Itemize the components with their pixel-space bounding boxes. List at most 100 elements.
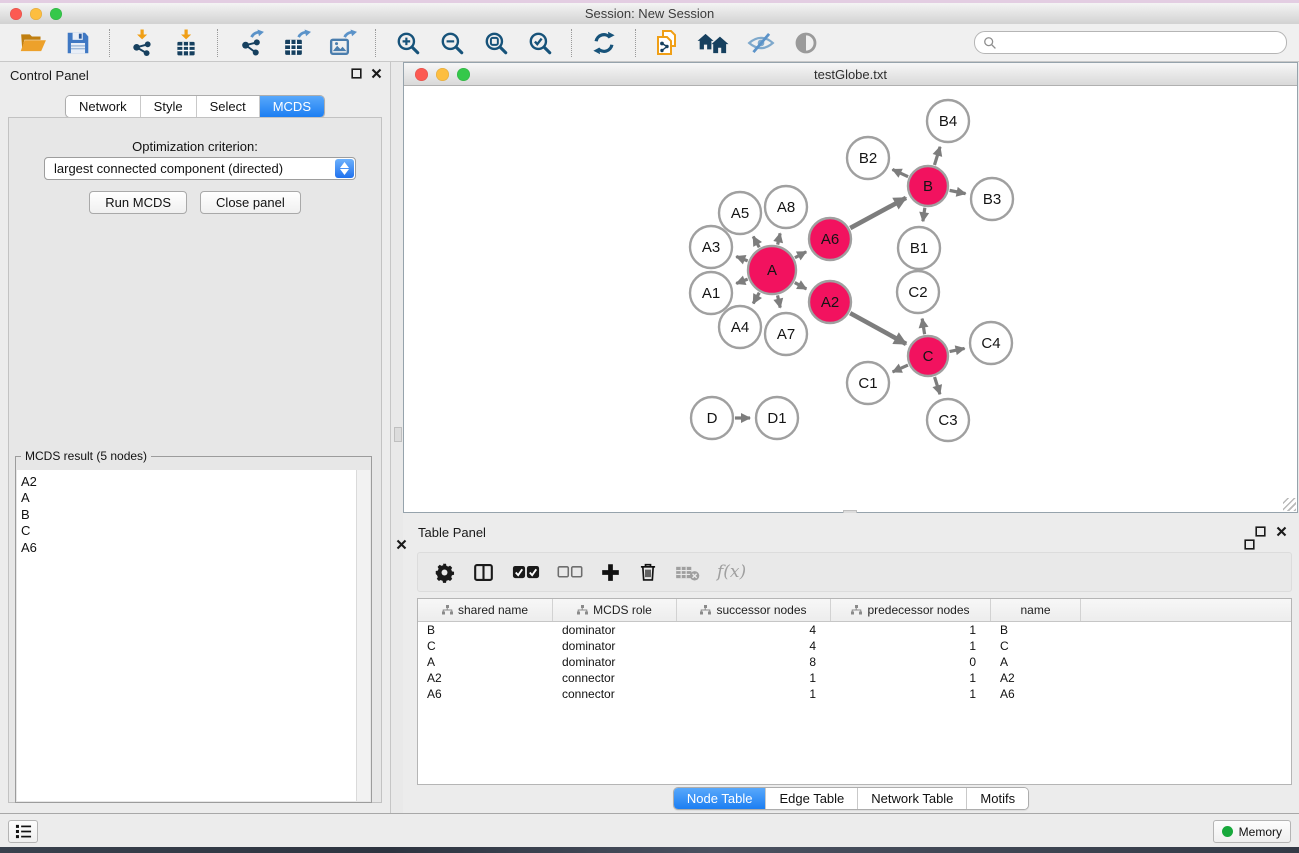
graph-edge-A-A8[interactable] xyxy=(778,233,781,244)
graph-node-A1[interactable]: A1 xyxy=(690,272,732,314)
result-item[interactable]: A xyxy=(21,490,370,506)
vertical-splitter-handle[interactable] xyxy=(394,427,402,442)
column-header-successor-nodes[interactable]: successor nodes xyxy=(677,599,831,621)
result-item[interactable]: C xyxy=(21,523,370,539)
tab-network[interactable]: Network xyxy=(66,96,140,117)
save-session-button[interactable] xyxy=(61,28,95,58)
search-box[interactable] xyxy=(974,31,1287,54)
graph-edge-B-B3[interactable] xyxy=(950,190,966,193)
graph-node-A8[interactable]: A8 xyxy=(765,186,807,228)
float-panel-icon[interactable] xyxy=(351,68,362,79)
result-list-scrollbar[interactable] xyxy=(356,470,370,801)
column-header-predecessor-nodes[interactable]: predecessor nodes xyxy=(831,599,991,621)
tab-edge-table[interactable]: Edge Table xyxy=(765,788,857,809)
close-window-button[interactable] xyxy=(10,8,22,20)
close-table-panel-icon[interactable] xyxy=(1276,526,1287,537)
table-row[interactable]: Cdominator41C xyxy=(418,638,1291,654)
graph-edge-A-A1[interactable] xyxy=(736,279,747,283)
function-builder-button[interactable]: f(x) xyxy=(717,562,746,582)
show-panel-button[interactable] xyxy=(789,28,823,58)
graph-edge-A-A2[interactable] xyxy=(795,283,807,289)
zoom-out-button[interactable] xyxy=(435,28,469,58)
table-row[interactable]: Bdominator41B xyxy=(418,622,1291,638)
close-table-panel-icon[interactable] xyxy=(396,539,407,550)
create-column-button[interactable] xyxy=(600,562,621,583)
network-close-button[interactable] xyxy=(415,68,428,81)
criterion-dropdown[interactable]: largest connected component (directed) xyxy=(44,157,356,180)
table-row[interactable]: A6connector11A6 xyxy=(418,686,1291,702)
graph-node-C2[interactable]: C2 xyxy=(897,271,939,313)
toggle-columns-button[interactable] xyxy=(472,562,495,583)
graph-node-A3[interactable]: A3 xyxy=(690,226,732,268)
graph-node-A[interactable]: A xyxy=(748,246,796,294)
graph-edge-A-A7[interactable] xyxy=(778,295,781,307)
column-header-shared-name[interactable]: shared name xyxy=(418,599,553,621)
task-history-button[interactable] xyxy=(8,820,38,843)
graph-node-B1[interactable]: B1 xyxy=(898,227,940,269)
graph-edge-A-A4[interactable] xyxy=(753,293,759,304)
result-item[interactable]: A6 xyxy=(21,540,370,556)
select-all-button[interactable] xyxy=(512,565,540,580)
graph-node-B4[interactable]: B4 xyxy=(927,100,969,142)
graph-node-A7[interactable]: A7 xyxy=(765,313,807,355)
export-table-button[interactable] xyxy=(279,27,315,59)
graph-edge-B-B4[interactable] xyxy=(934,147,940,165)
tab-mcds[interactable]: MCDS xyxy=(259,96,324,117)
run-mcds-button[interactable]: Run MCDS xyxy=(89,191,187,214)
export-image-button[interactable] xyxy=(325,27,361,59)
deselect-all-button[interactable] xyxy=(557,565,583,579)
graph-edge-C-C4[interactable] xyxy=(950,348,965,351)
graph-edge-A-A6[interactable] xyxy=(795,252,806,258)
network-minimize-button[interactable] xyxy=(436,68,449,81)
float-table-panel-icon[interactable] xyxy=(1244,539,1255,550)
search-input[interactable] xyxy=(1002,35,1278,51)
graph-node-B3[interactable]: B3 xyxy=(971,178,1013,220)
zoom-in-button[interactable] xyxy=(391,28,425,58)
close-panel-icon[interactable] xyxy=(371,68,382,79)
graph-node-A2[interactable]: A2 xyxy=(809,281,851,323)
graph-edge-C-C3[interactable] xyxy=(935,377,940,394)
tab-style[interactable]: Style xyxy=(140,96,196,117)
minimize-window-button[interactable] xyxy=(30,8,42,20)
network-window-titlebar[interactable]: testGlobe.txt xyxy=(404,63,1297,86)
tab-motifs[interactable]: Motifs xyxy=(966,788,1028,809)
refresh-layout-button[interactable] xyxy=(587,28,621,58)
graph-edge-A-A5[interactable] xyxy=(753,237,759,248)
result-item[interactable]: B xyxy=(21,507,370,523)
graph-edge-B-B1[interactable] xyxy=(923,208,925,222)
graph-edge-A-A3[interactable] xyxy=(736,257,747,261)
graph-node-C[interactable]: C xyxy=(908,336,948,376)
hide-panel-button[interactable] xyxy=(743,28,779,58)
graph-edge-A6-B[interactable] xyxy=(850,198,906,228)
graph-node-A6[interactable]: A6 xyxy=(809,218,851,260)
export-network-button[interactable] xyxy=(233,27,269,59)
duplicate-network-button[interactable] xyxy=(651,26,683,60)
graph-node-A4[interactable]: A4 xyxy=(719,306,761,348)
graph-node-C4[interactable]: C4 xyxy=(970,322,1012,364)
graph-edge-A2-C[interactable] xyxy=(850,313,906,344)
tab-node-table[interactable]: Node Table xyxy=(674,788,766,809)
graph-edge-C-C1[interactable] xyxy=(893,365,908,372)
network-zoom-button[interactable] xyxy=(457,68,470,81)
delete-column-button[interactable] xyxy=(638,561,658,583)
graph-node-D[interactable]: D xyxy=(691,397,733,439)
close-panel-button[interactable]: Close panel xyxy=(200,191,301,214)
zoom-selected-button[interactable] xyxy=(523,28,557,58)
column-header-name[interactable]: name xyxy=(991,599,1081,621)
import-network-button[interactable] xyxy=(125,27,159,59)
graph-node-B[interactable]: B xyxy=(908,166,948,206)
tab-select[interactable]: Select xyxy=(196,96,259,117)
import-table-button[interactable] xyxy=(169,27,203,59)
graph-edge-C-C2[interactable] xyxy=(922,319,924,335)
graph-node-D1[interactable]: D1 xyxy=(756,397,798,439)
graph-node-B2[interactable]: B2 xyxy=(847,137,889,179)
table-row[interactable]: Adominator80A xyxy=(418,654,1291,670)
table-row[interactable]: A2connector11A2 xyxy=(418,670,1291,686)
float-table-panel-icon[interactable] xyxy=(1255,526,1266,537)
memory-button[interactable]: Memory xyxy=(1213,820,1291,843)
column-header-mcds-role[interactable]: MCDS role xyxy=(553,599,677,621)
graph-edge-B-B2[interactable] xyxy=(892,169,908,176)
graph-node-C3[interactable]: C3 xyxy=(927,399,969,441)
open-session-button[interactable] xyxy=(15,28,51,58)
delete-table-button[interactable] xyxy=(675,564,700,581)
